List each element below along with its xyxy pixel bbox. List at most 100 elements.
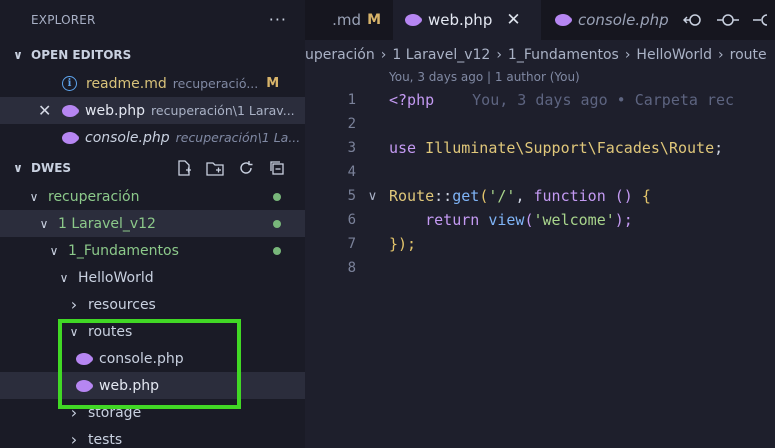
editor-tabs: .md M web.php ✕ console.php xyxy=(305,0,775,40)
code-line: 4 xyxy=(305,160,775,184)
chevron-down-icon xyxy=(10,161,26,175)
code-line: 5 ∨ Route :: get ( '/' , function () { xyxy=(305,184,775,208)
breadcrumb-item[interactable]: HelloWorld xyxy=(636,47,712,63)
git-status-dot xyxy=(273,246,281,255)
breadcrumb-item[interactable]: uperación xyxy=(305,47,375,63)
modified-badge: M xyxy=(266,76,280,91)
refresh-icon[interactable] xyxy=(237,159,255,177)
php-file-icon xyxy=(76,379,93,392)
tab-web-php[interactable]: web.php ✕ xyxy=(393,0,541,40)
folder-label: recuperación xyxy=(48,188,140,205)
folder-label: routes xyxy=(88,323,133,340)
chevron-right-icon: › xyxy=(380,47,387,63)
code-line: 8 xyxy=(305,256,775,280)
php-file-icon xyxy=(405,14,422,26)
timeline-forward-icon[interactable] xyxy=(753,11,767,29)
explorer-title: EXPLORER xyxy=(31,13,96,27)
line-number: 2 xyxy=(347,116,356,132)
tree-folder-helloworld[interactable]: HelloWorld xyxy=(0,264,305,291)
collapse-all-icon[interactable] xyxy=(268,159,286,177)
chevron-down-icon xyxy=(36,217,52,231)
keyword-function: function xyxy=(533,187,606,205)
tree-file-console[interactable]: console.php xyxy=(0,345,305,372)
php-file-icon xyxy=(62,131,79,144)
chevron-right-icon xyxy=(66,403,82,422)
open-editor-item-web[interactable]: ✕ web.php recuperación\1 Larav... xyxy=(0,97,305,124)
tree-file-web[interactable]: web.php xyxy=(0,372,305,399)
file-name: readme.md xyxy=(86,75,167,92)
code-line: 1 <?php You, 3 days ago • Carpeta rec xyxy=(305,88,775,112)
tree-folder-resources[interactable]: resources xyxy=(0,291,305,318)
tree-folder-tests[interactable]: tests xyxy=(0,426,305,448)
new-file-icon[interactable] xyxy=(175,159,193,177)
fold-chevron-icon[interactable]: ∨ xyxy=(356,189,389,204)
php-file-icon xyxy=(62,104,79,117)
tree-folder-laravel[interactable]: 1 Laravel_v12 xyxy=(0,210,305,237)
line-number: 5 xyxy=(347,188,356,204)
class-name: Route xyxy=(389,187,435,205)
operator: :: xyxy=(434,187,453,205)
file-path: recuperación\1 Larav... xyxy=(151,103,295,118)
namespace: Illuminate\Support\Facades\Route xyxy=(425,139,715,157)
file-label: web.php xyxy=(99,377,160,394)
git-codelens[interactable]: You, 3 days ago | 1 author (You) xyxy=(305,70,775,88)
workspace-label: DWES xyxy=(31,161,72,175)
line-number: 8 xyxy=(347,260,356,276)
code-line: 2 xyxy=(305,112,775,136)
line-number: 4 xyxy=(347,164,356,180)
folder-label: HelloWorld xyxy=(78,269,154,286)
string-literal: '/' xyxy=(488,187,516,205)
code-line: 7 }); xyxy=(305,232,775,256)
explorer-header: EXPLORER ··· xyxy=(0,0,305,40)
open-editor-item-console[interactable]: console.php recuperación\1 La... xyxy=(0,124,305,151)
tree-folder-fundamentos[interactable]: 1_Fundamentos xyxy=(0,237,305,264)
open-editors-section[interactable]: OPEN EDITORS xyxy=(0,40,305,70)
new-folder-icon[interactable] xyxy=(206,159,224,177)
git-status-dot xyxy=(273,219,281,228)
file-name: console.php xyxy=(85,129,170,146)
line-number: 6 xyxy=(347,212,356,228)
timeline-back-icon[interactable] xyxy=(683,11,703,29)
chevron-down-icon xyxy=(66,325,82,339)
chevron-down-icon xyxy=(10,48,26,62)
close-icon[interactable]: ✕ xyxy=(38,101,51,120)
paren: ( xyxy=(524,211,534,229)
chevron-down-icon xyxy=(46,244,62,258)
php-file-icon xyxy=(76,352,93,365)
chevron-right-icon: › xyxy=(496,47,502,63)
tree-folder-storage[interactable]: storage xyxy=(0,399,305,426)
file-path: recuperación\1 La... xyxy=(175,130,301,145)
paren: ); xyxy=(614,211,633,229)
breadcrumb-item[interactable]: 1_Fundamentos xyxy=(508,47,619,63)
git-commit-icon[interactable] xyxy=(717,11,739,29)
line-number: 3 xyxy=(347,140,356,156)
git-status-dot xyxy=(273,192,281,201)
chevron-right-icon xyxy=(66,430,82,448)
php-open-tag: <?php xyxy=(389,91,435,109)
more-actions-icon[interactable]: ··· xyxy=(269,10,287,29)
tree-folder-routes[interactable]: routes xyxy=(0,318,305,345)
workspace-section[interactable]: DWES xyxy=(0,153,305,183)
tab-console-php[interactable]: console.php xyxy=(541,0,681,40)
breadcrumb-item[interactable]: 1 Laravel_v12 xyxy=(392,47,490,63)
folder-label: 1_Fundamentos xyxy=(68,242,179,259)
folder-label: tests xyxy=(88,431,123,448)
function-name: view xyxy=(488,211,525,229)
open-editor-item-readme[interactable]: i readme.md recuperació... M xyxy=(0,70,305,97)
php-file-icon xyxy=(555,14,572,26)
folder-label: storage xyxy=(88,404,142,421)
folder-label: resources xyxy=(88,296,156,313)
chevron-right-icon: › xyxy=(624,47,631,63)
tab-label: console.php xyxy=(578,11,669,29)
close-tab-icon[interactable]: ✕ xyxy=(506,10,520,30)
code-editor[interactable]: 1 <?php You, 3 days ago • Carpeta rec 2 … xyxy=(305,88,775,280)
chevron-down-icon xyxy=(56,271,72,285)
chevron-right-icon: › xyxy=(718,47,724,63)
modified-badge: M xyxy=(367,12,381,28)
explorer-sidebar: EXPLORER ··· OPEN EDITORS i readme.md re… xyxy=(0,0,305,448)
tree-folder-recuperacion[interactable]: recuperación xyxy=(0,183,305,210)
breadcrumb-item[interactable]: route xyxy=(730,47,767,63)
tab-label: web.php xyxy=(428,11,493,29)
tab-readme[interactable]: .md M xyxy=(305,0,393,40)
